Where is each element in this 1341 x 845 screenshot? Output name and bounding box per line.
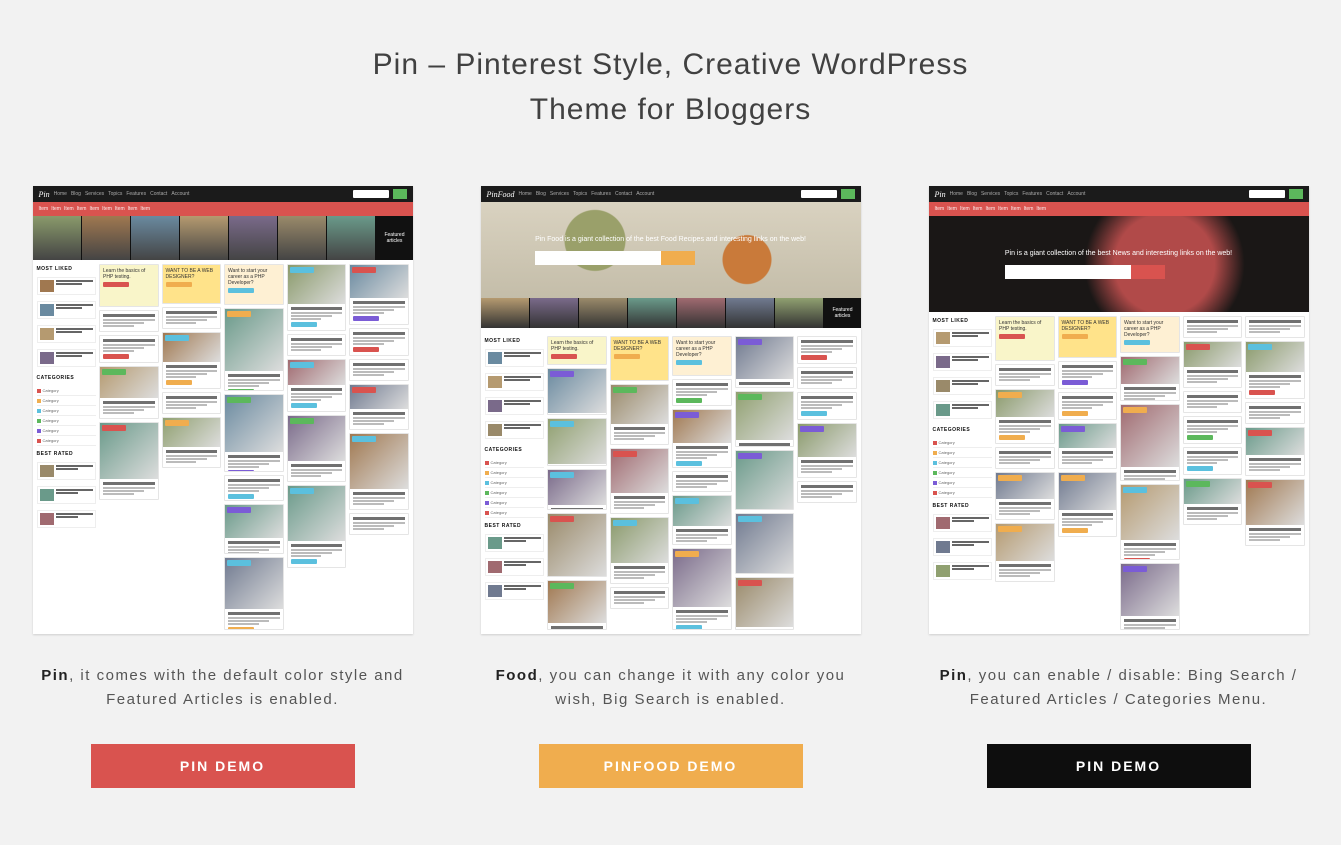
demo-col-0: PinHomeBlogServicesTopicsFeaturesContact…: [33, 186, 413, 788]
demo-col-1: PinFoodHomeBlogServicesTopicsFeaturesCon…: [481, 186, 861, 788]
demo-thumb-0[interactable]: PinHomeBlogServicesTopicsFeaturesContact…: [33, 186, 413, 634]
title-line-1: Pin – Pinterest Style, Creative WordPres…: [373, 48, 969, 81]
demo-caption-2: Pin, you can enable / disable: Bing Sear…: [929, 664, 1309, 716]
demo-columns: PinHomeBlogServicesTopicsFeaturesContact…: [0, 186, 1341, 788]
demo-thumb-2[interactable]: PinHomeBlogServicesTopicsFeaturesContact…: [929, 186, 1309, 634]
demo-button-2[interactable]: PIN DEMO: [987, 744, 1251, 788]
demo-button-1[interactable]: PINFOOD DEMO: [539, 744, 803, 788]
title-line-2: Theme for Bloggers: [530, 93, 811, 126]
demo-caption-0: Pin, it comes with the default color sty…: [33, 664, 413, 716]
demo-col-2: PinHomeBlogServicesTopicsFeaturesContact…: [929, 186, 1309, 788]
page-title: Pin – Pinterest Style, Creative WordPres…: [0, 42, 1341, 132]
demo-caption-1: Food, you can change it with any color y…: [481, 664, 861, 716]
demo-thumb-1[interactable]: PinFoodHomeBlogServicesTopicsFeaturesCon…: [481, 186, 861, 634]
demo-button-0[interactable]: PIN DEMO: [91, 744, 355, 788]
